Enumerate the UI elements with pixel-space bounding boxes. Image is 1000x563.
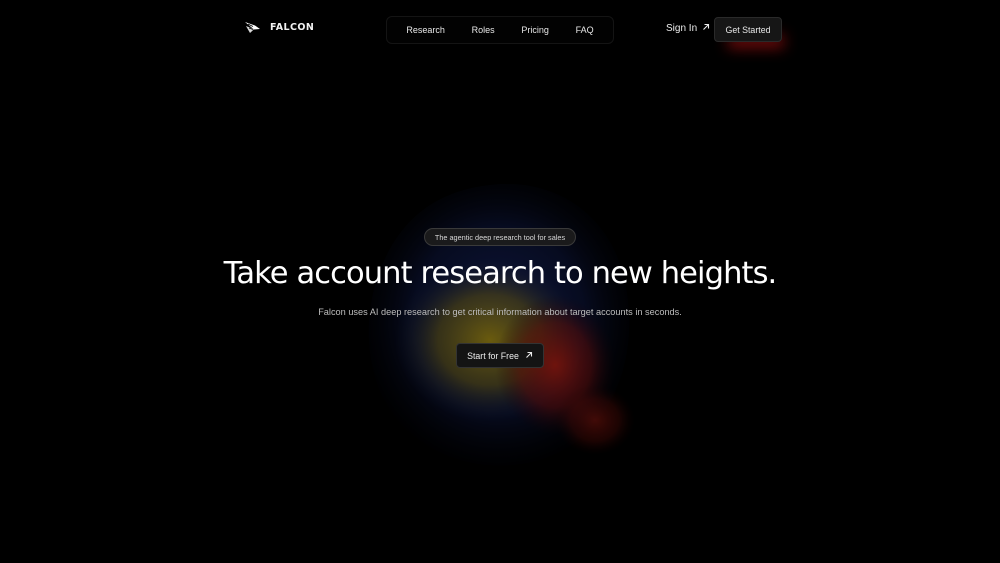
get-started-button[interactable]: Get Started bbox=[714, 17, 782, 42]
hero-tagline-badge: The agentic deep research tool for sales bbox=[424, 228, 576, 246]
cta-label: Start for Free bbox=[467, 350, 519, 361]
sign-in-label: Sign In bbox=[666, 23, 698, 34]
hero-headline: Take account research to new heights. bbox=[223, 256, 778, 291]
nav-item-faq[interactable]: FAQ bbox=[576, 25, 594, 35]
sign-in-link[interactable]: Sign In bbox=[666, 23, 710, 34]
falcon-wing-icon bbox=[244, 21, 261, 34]
brand-logo[interactable]: FALCON bbox=[244, 21, 314, 34]
brand-name: FALCON bbox=[270, 22, 315, 33]
hero-subtitle: Falcon uses AI deep research to get crit… bbox=[318, 307, 682, 317]
nav-item-research[interactable]: Research bbox=[406, 25, 445, 35]
nav-item-roles[interactable]: Roles bbox=[472, 25, 495, 35]
nav-item-pricing[interactable]: Pricing bbox=[521, 25, 549, 35]
arrow-up-right-icon bbox=[702, 23, 710, 34]
arrow-up-right-icon bbox=[525, 351, 533, 361]
main-nav: Research Roles Pricing FAQ bbox=[386, 16, 614, 44]
hero-orb-graphic bbox=[340, 175, 660, 475]
landing-page: FALCON Research Roles Pricing FAQ Sign I… bbox=[0, 0, 1000, 563]
start-for-free-button[interactable]: Start for Free bbox=[456, 343, 544, 368]
